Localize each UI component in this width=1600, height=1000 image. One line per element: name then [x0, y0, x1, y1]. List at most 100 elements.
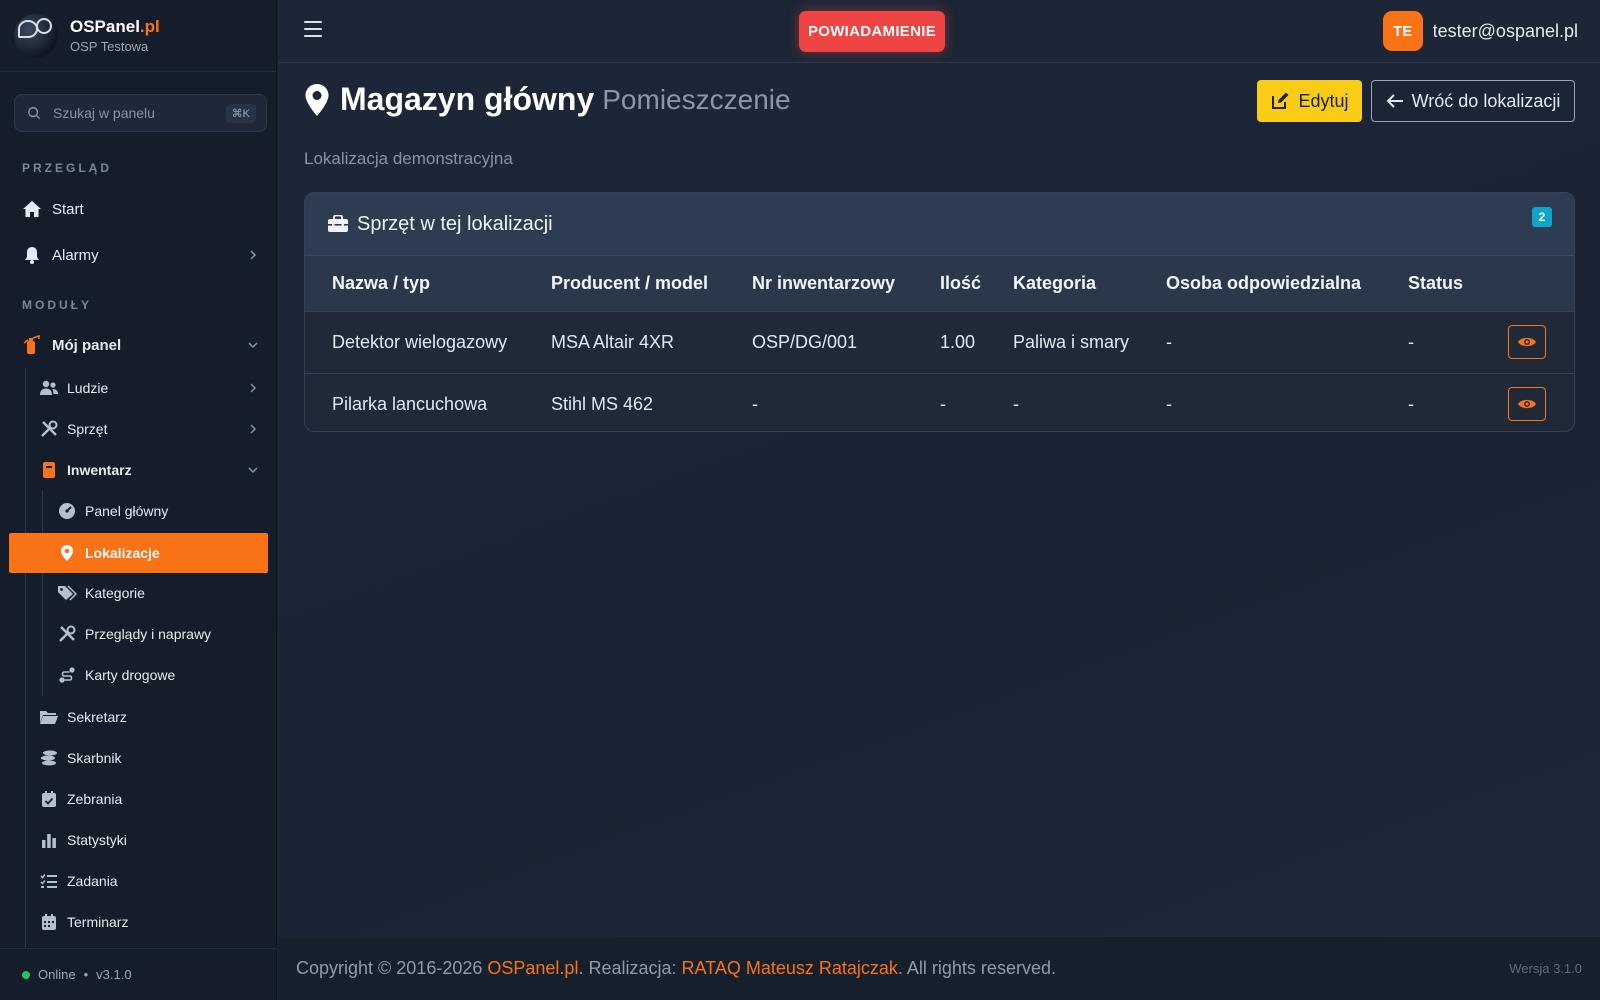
sidebar-item-label: Start: [52, 200, 84, 218]
sidebar-item-label: Ludzie: [67, 380, 109, 396]
route-icon: [57, 665, 77, 685]
cell-actions: [1508, 373, 1574, 431]
cell-quantity: 1.00: [940, 331, 976, 352]
cell-inventory-number: OSP/DG/001: [752, 331, 858, 352]
chevron-right-icon: [250, 424, 257, 434]
user-email: tester@ospanel.pl: [1432, 20, 1578, 41]
column-header[interactable]: Nr inwentarzowy: [752, 256, 940, 311]
chevron-down-icon: [248, 342, 258, 349]
sidebar-item-inventory[interactable]: Inwentarz: [0, 459, 277, 481]
column-header[interactable]: Kategoria: [1013, 256, 1166, 311]
footer-author-link[interactable]: RATAQ Mateusz Ratajczak: [682, 958, 898, 979]
sidebar-item-label: Alarmy: [52, 246, 99, 264]
footer-version: Wersja 3.1.0: [1509, 961, 1582, 976]
brand-logo: [14, 13, 58, 58]
sidebar-item-treasurer[interactable]: Skarbnik: [0, 747, 277, 769]
cell-inventory-number: -: [752, 393, 758, 414]
hamburger-menu-icon[interactable]: [304, 21, 322, 37]
table-row[interactable]: Detektor wielogazowy MSA Altair 4XR OSP/…: [305, 311, 1574, 373]
section-overview: PRZEGLĄD: [22, 161, 112, 175]
sidebar-item-label: Statystyki: [67, 832, 127, 848]
page-title: Magazyn główny: [340, 81, 595, 117]
list-check-icon: [39, 871, 59, 891]
cell-quantity: -: [940, 393, 946, 414]
search-icon: [28, 107, 41, 120]
map-pin-icon: [305, 83, 329, 116]
sidebar-item-stats[interactable]: Statystyki: [0, 829, 277, 851]
arrow-left-icon: [1386, 94, 1403, 108]
sidebar-item-start[interactable]: Start: [0, 197, 277, 221]
calendar-icon: [39, 912, 59, 932]
cell-manufacturer: MSA Altair 4XR: [551, 331, 675, 352]
sidebar-item-calendar[interactable]: Terminarz: [0, 911, 277, 933]
sidebar-item-tasks[interactable]: Zadania: [0, 870, 277, 892]
notification-button[interactable]: POWIADAMIENIE: [799, 11, 945, 52]
sidebar-item-label: Terminarz: [67, 914, 129, 930]
sidebar-item-label: Lokalizacje: [85, 545, 160, 561]
topbar: POWIADAMIENIE TE tester@ospanel.pl: [278, 0, 1600, 63]
users-icon: [39, 378, 59, 398]
tags-icon: [57, 583, 77, 603]
sidebar-item-equipment[interactable]: Sprzęt: [0, 418, 277, 440]
tree-line: [25, 368, 26, 948]
column-header[interactable]: Nazwa / typ: [305, 256, 551, 311]
main-content: Magazyn główny Pomieszczenie Edytuj Wróć…: [278, 63, 1600, 937]
page-subtitle: Pomieszczenie: [602, 83, 791, 115]
edit-button[interactable]: Edytuj: [1257, 80, 1362, 122]
eye-icon: [1518, 400, 1536, 409]
column-header[interactable]: Producent / model: [551, 256, 752, 311]
footer-text: . All rights reserved.: [897, 958, 1056, 978]
footer-text: . Realizacja:: [578, 958, 682, 978]
bar-chart-icon: [39, 830, 59, 850]
brand-name: OSPanel.pl: [70, 17, 160, 36]
view-button[interactable]: [1508, 387, 1546, 422]
sidebar-item-locations[interactable]: Lokalizacje: [0, 542, 277, 564]
sidebar-item-inventory-dashboard[interactable]: Panel główny: [0, 500, 277, 522]
sidebar-item-label: Inwentarz: [67, 462, 132, 478]
home-icon: [22, 199, 42, 219]
card-header: Sprzęt w tej lokalizacji 2: [305, 193, 1574, 256]
back-to-locations-button[interactable]: Wróć do lokalizacji: [1371, 80, 1575, 122]
sidebar-item-people[interactable]: Ludzie: [0, 377, 277, 399]
sidebar-item-label: Skarbnik: [67, 750, 122, 766]
search-input[interactable]: Szukaj w panelu ⌘K: [14, 94, 267, 132]
separator: •: [83, 967, 89, 982]
brand[interactable]: OSPanel.pl OSP Testowa: [0, 0, 276, 72]
sidebar-item-meetings[interactable]: Zebrania: [0, 788, 277, 810]
chevron-right-icon: [250, 383, 257, 393]
page-header: Magazyn główny Pomieszczenie: [304, 81, 791, 118]
column-header[interactable]: Osoba odpowiedzialna: [1166, 256, 1408, 311]
sidebar-item-secretary[interactable]: Sekretarz: [0, 706, 277, 728]
app-version: v3.1.0: [96, 967, 132, 982]
cell-responsible: -: [1166, 331, 1172, 352]
sidebar-item-alarms[interactable]: Alarmy: [0, 243, 277, 267]
cell-status: -: [1408, 393, 1414, 414]
online-status: Online: [38, 967, 76, 982]
brand-subtitle: OSP Testowa: [70, 39, 149, 54]
wrench-icon: [57, 624, 77, 644]
count-badge: 2: [1532, 207, 1552, 227]
chevron-down-icon: [248, 467, 258, 474]
sidebar-item-label: Sekretarz: [67, 709, 127, 725]
footer-brand-link[interactable]: OSPanel.pl: [487, 958, 578, 979]
equipment-card: Sprzęt w tej lokalizacji 2 Nazwa / typ P…: [304, 192, 1575, 432]
online-status-dot: [22, 970, 30, 979]
sidebar-item-label: Kategorie: [85, 585, 145, 601]
sidebar-item-label: Przeglądy i naprawy: [85, 626, 212, 642]
sidebar-item-categories[interactable]: Kategorie: [0, 582, 277, 604]
sidebar-item-label: Panel główny: [85, 503, 169, 519]
column-header-actions: [1508, 256, 1574, 311]
cell-category: -: [1013, 393, 1019, 414]
column-header[interactable]: Ilość: [940, 256, 1013, 311]
edit-icon: [1272, 92, 1289, 109]
avatar: TE: [1382, 11, 1423, 51]
sidebar-item-label: Zadania: [67, 873, 118, 889]
sidebar-item-roadcards[interactable]: Karty drogowe: [0, 664, 277, 686]
sidebar-item-inspections[interactable]: Przeglądy i naprawy: [0, 623, 277, 645]
chevron-right-icon: [250, 250, 257, 260]
view-button[interactable]: [1508, 325, 1546, 359]
user-menu[interactable]: TE tester@ospanel.pl: [1382, 11, 1578, 51]
column-header[interactable]: Status: [1408, 256, 1508, 311]
sidebar-item-my-panel[interactable]: Mój panel: [0, 333, 277, 357]
table-row[interactable]: Pilarka lancuchowa Stihl MS 462 - - - - …: [305, 373, 1574, 431]
